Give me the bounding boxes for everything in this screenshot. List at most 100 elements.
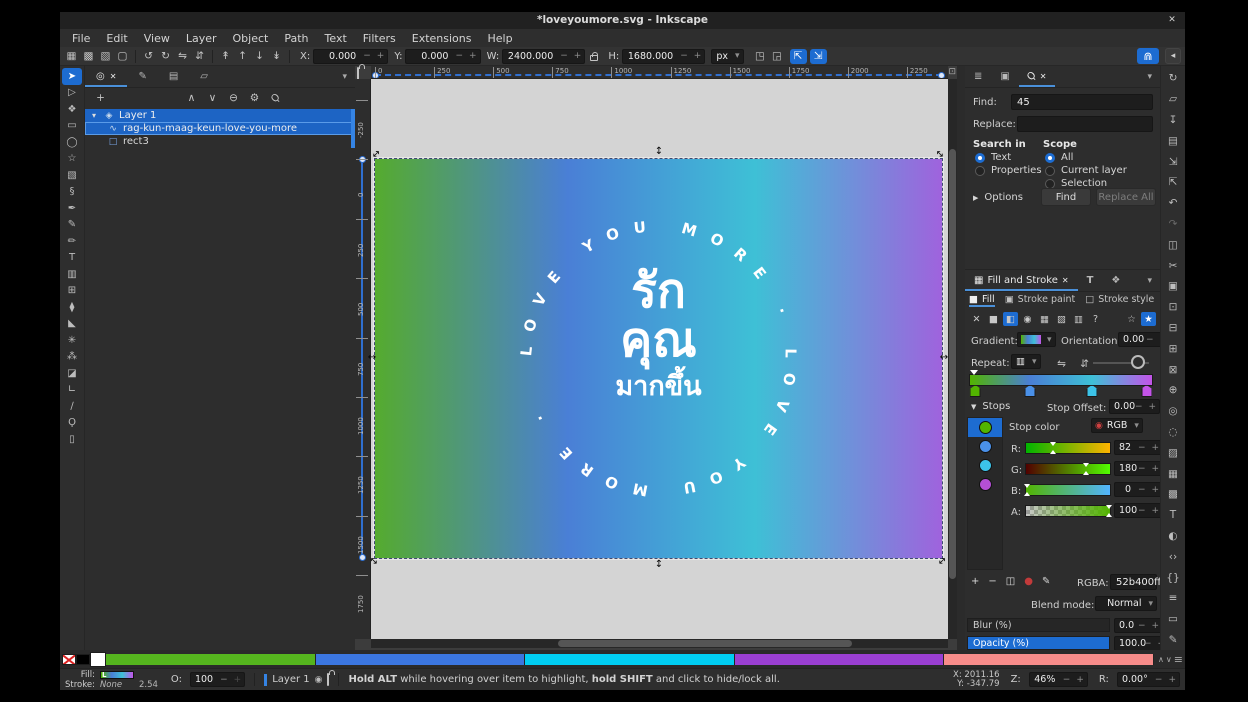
styles-tab[interactable]: ✎ xyxy=(127,66,157,87)
flip-vertical-icon[interactable]: ⇵ xyxy=(191,49,208,64)
decrement[interactable]: − xyxy=(1143,335,1157,345)
scrollbar-thumb[interactable] xyxy=(558,640,852,647)
radio-icon[interactable] xyxy=(1045,179,1055,189)
object-opacity-field[interactable]: 100−+ xyxy=(190,672,245,687)
selection-touch-icon[interactable]: ▢ xyxy=(114,49,131,64)
scale-handle-top[interactable]: ↕ xyxy=(654,147,664,157)
paint-bucket-tool[interactable]: ◣ xyxy=(62,316,82,333)
palette-color[interactable] xyxy=(525,654,735,665)
decrement[interactable]: − xyxy=(1141,639,1155,649)
gradient-dropdown[interactable]: ▾ xyxy=(1017,332,1056,347)
edit-gradient-icon[interactable]: ⇵ xyxy=(1076,356,1093,371)
scope-all-option[interactable]: All xyxy=(1045,152,1073,163)
increment[interactable]: + xyxy=(1165,675,1179,685)
spray-tool[interactable]: ⁂ xyxy=(62,349,82,366)
slider-knob[interactable] xyxy=(1131,355,1145,369)
mesh-paint-icon[interactable]: ▥ xyxy=(1071,312,1086,326)
options-expander[interactable]: ▶Options xyxy=(973,192,1023,203)
add-layer-button[interactable]: + xyxy=(92,91,109,106)
gradient-rect[interactable]: LOVE YOU MORE · LOVE YOU MORE · รัก คุณ … xyxy=(375,159,942,558)
pen-tool[interactable]: ✒ xyxy=(62,200,82,217)
decrement[interactable]: − xyxy=(1135,506,1149,516)
star-tool[interactable]: ☆ xyxy=(62,151,82,168)
palette-color[interactable] xyxy=(316,654,526,665)
channel-field[interactable]: 0−+ xyxy=(1114,482,1163,497)
grid-icon[interactable]: ▩ xyxy=(1163,484,1183,505)
decrement[interactable]: − xyxy=(1152,675,1166,685)
align-dialog-icon[interactable]: ≡ xyxy=(1163,588,1183,609)
close-icon[interactable]: ✕ xyxy=(1040,72,1047,81)
fill-swatch[interactable]: L xyxy=(100,671,134,679)
zoom-field[interactable]: 46%−+ xyxy=(1029,672,1088,687)
decrement[interactable]: − xyxy=(217,675,231,685)
document-tab[interactable]: ▤ xyxy=(158,66,189,87)
h-field[interactable]: 1680.000−+ xyxy=(622,49,705,64)
decrement[interactable]: − xyxy=(1135,464,1149,474)
pattern-icon[interactable]: ▦ xyxy=(1163,463,1183,484)
raise-item-button[interactable]: ∧ xyxy=(183,91,200,106)
calligraphy-tool[interactable]: ✏ xyxy=(62,233,82,250)
duplicate-icon[interactable]: ⊕ xyxy=(1163,380,1183,401)
braces-icon[interactable]: {} xyxy=(1163,567,1183,588)
chevron-down-icon[interactable]: ▾ xyxy=(334,66,355,87)
duplicate-stop-icon[interactable]: ◫ xyxy=(1006,576,1015,587)
clone-icon[interactable]: ◎ xyxy=(1163,401,1183,422)
palette-scroll-down-icon[interactable]: ∨ xyxy=(1166,655,1172,664)
scale-handle-left[interactable]: ↔ xyxy=(367,353,377,363)
lower-icon[interactable]: ↓ xyxy=(251,49,268,64)
symbols-tab[interactable]: ❖ xyxy=(1102,270,1129,291)
palette-color[interactable] xyxy=(735,654,945,665)
scale-handle-bottom[interactable]: ↕ xyxy=(654,560,664,570)
layer-row[interactable]: ▾ ◈ Layer 1 xyxy=(85,109,355,122)
cut-icon[interactable]: ✂ xyxy=(1163,255,1183,276)
blur-field[interactable]: 0.0−+ xyxy=(1114,618,1163,633)
undo-icon[interactable]: ↶ xyxy=(1163,193,1183,214)
print-icon[interactable]: ▤ xyxy=(1163,130,1183,151)
y-increment[interactable]: + xyxy=(466,51,480,61)
find-input[interactable]: 45 xyxy=(1011,94,1153,110)
horizontal-scrollbar[interactable] xyxy=(371,639,948,648)
properties-tab[interactable]: ≣ xyxy=(965,66,991,87)
y-field[interactable]: 0.000−+ xyxy=(405,49,480,64)
gradient-stop-handle[interactable] xyxy=(1141,385,1152,397)
radio-icon[interactable] xyxy=(975,153,985,163)
palette-scroll-up-icon[interactable]: ∧ xyxy=(1158,655,1164,664)
black-swatch[interactable] xyxy=(76,654,90,665)
gradient-preview-bar[interactable] xyxy=(969,374,1153,386)
no-paint-icon[interactable]: ✕ xyxy=(969,312,984,326)
page[interactable]: LOVE YOU MORE · LOVE YOU MORE · รัก คุณ … xyxy=(371,79,948,639)
object-row-rect[interactable]: □ rect3 xyxy=(85,135,355,148)
no-color-swatch[interactable] xyxy=(62,654,76,665)
collapse-toolbar-icon[interactable]: ◂ xyxy=(1165,48,1181,64)
search-icon[interactable]: Ϙ xyxy=(267,91,284,106)
replace-all-button[interactable]: Replace All xyxy=(1096,188,1156,206)
flip-horizontal-icon[interactable]: ⇋ xyxy=(174,49,191,64)
decrement[interactable]: − xyxy=(1132,402,1146,412)
layer-visibility-icon[interactable]: ◉ xyxy=(315,675,323,685)
menu-item[interactable]: Filters xyxy=(355,31,404,46)
menu-item[interactable]: Extensions xyxy=(404,31,480,46)
palette-color[interactable] xyxy=(106,654,316,665)
swatch-icon[interactable]: ▨ xyxy=(1054,312,1069,326)
lower-item-button[interactable]: ∨ xyxy=(204,91,221,106)
radial-gradient-icon[interactable]: ◉ xyxy=(1020,312,1035,326)
connector-tool[interactable]: ∟ xyxy=(62,382,82,399)
gear-icon[interactable]: ⚙ xyxy=(246,91,263,106)
select-all-icon[interactable]: ▦ xyxy=(63,49,80,64)
w-field[interactable]: 2400.000−+ xyxy=(502,49,585,64)
search-in-properties-option[interactable]: Properties xyxy=(975,165,1042,176)
delete-stop-icon[interactable]: ● xyxy=(1024,576,1033,587)
remove-stop-button[interactable]: − xyxy=(988,576,996,587)
lower-to-bottom-icon[interactable]: ↡ xyxy=(268,49,285,64)
fill-stroke-tab[interactable]: ▦ Fill and Stroke ✕ xyxy=(965,270,1078,291)
unit-dropdown[interactable]: px▾ xyxy=(711,49,743,64)
rgba-input[interactable]: 52b400ff xyxy=(1110,574,1157,590)
channel-slider[interactable] xyxy=(1025,484,1111,496)
node-tool[interactable]: ▷ xyxy=(62,85,82,102)
increment[interactable]: + xyxy=(1073,675,1087,685)
w-increment[interactable]: + xyxy=(571,51,585,61)
rotate-ccw-icon[interactable]: ↺ xyxy=(140,49,157,64)
channel-slider[interactable] xyxy=(1025,442,1111,454)
close-icon[interactable]: ✕ xyxy=(1165,12,1179,29)
move-patterns-toggle[interactable]: ⇲ xyxy=(810,49,827,64)
